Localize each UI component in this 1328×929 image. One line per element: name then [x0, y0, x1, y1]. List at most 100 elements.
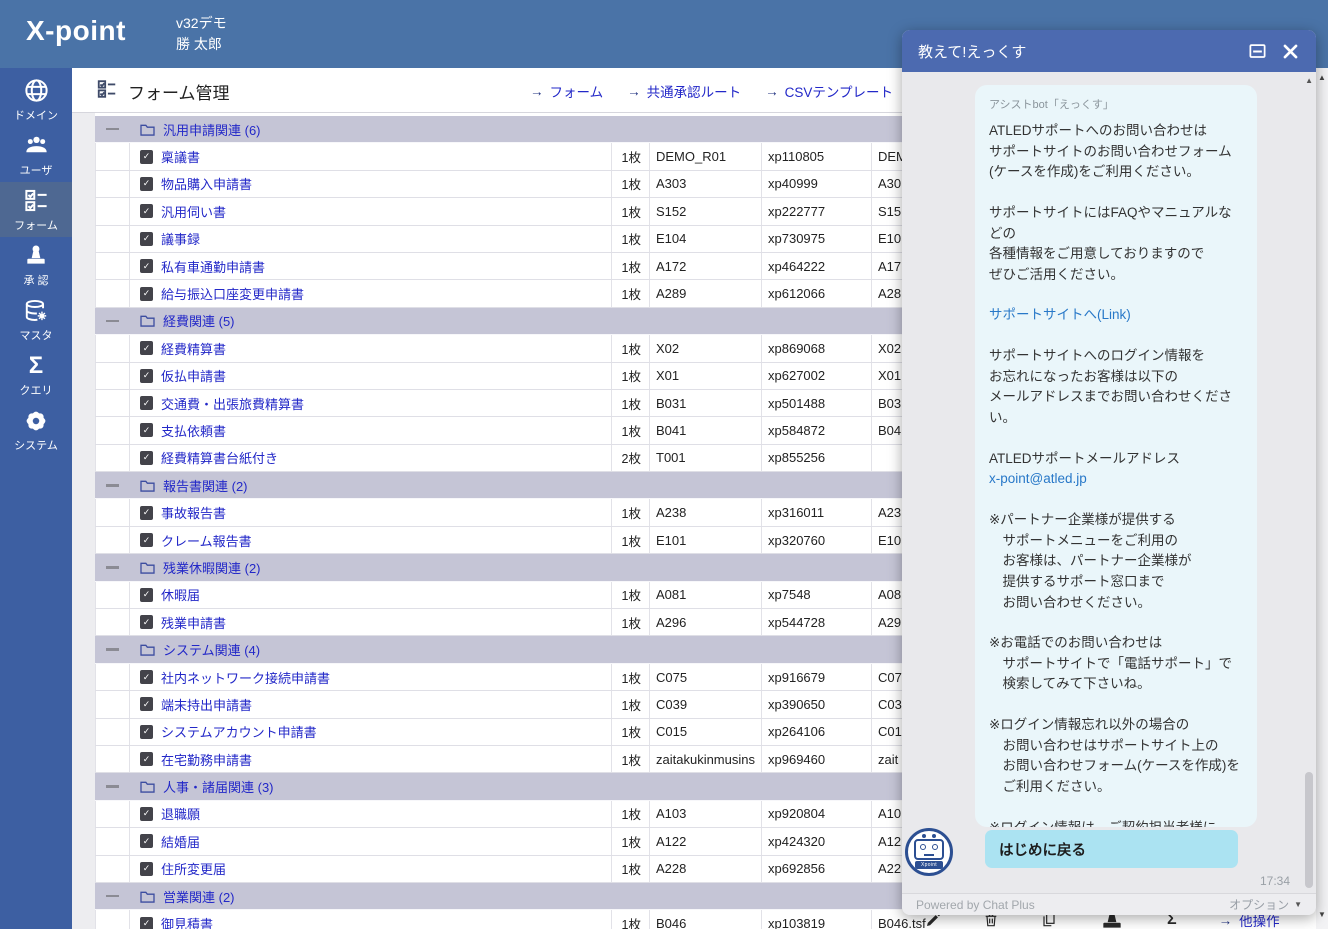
collapse-minus-icon[interactable] [106, 648, 119, 651]
sidebar-item-gear[interactable]: システム [0, 402, 72, 457]
form-link[interactable]: 経費精算書台紙付き [161, 448, 278, 467]
collapse-minus-icon[interactable] [106, 895, 119, 898]
group-link[interactable]: 経費関連 (5) [163, 311, 235, 330]
form-xp-id-cell: xp464222 [762, 253, 872, 279]
collapse-minus-icon[interactable] [106, 566, 119, 569]
environment-name: v32デモ [176, 13, 227, 34]
collapse-minus-icon[interactable] [106, 484, 119, 487]
main-scrollbar[interactable]: ▲ ▼ [1316, 68, 1328, 929]
form-link[interactable]: 御見積書 [161, 914, 213, 929]
chat-text-line: ATLEDサポートメールアドレス [989, 449, 1243, 470]
collapse-minus-icon[interactable] [106, 128, 119, 131]
form-link[interactable]: 交通費・出張旅費精算書 [161, 394, 304, 413]
sheet-count-cell: 1枚 [612, 856, 650, 882]
group-link[interactable]: 残業休暇関連 (2) [163, 558, 261, 577]
form-name-cell: ✓経費精算書台紙付き [130, 445, 612, 471]
chat-title: 教えて!えっくす [918, 41, 1234, 62]
form-link[interactable]: 給与振込口座変更申請書 [161, 284, 304, 303]
collapse-minus-icon[interactable] [106, 320, 119, 323]
form-link[interactable]: システムアカウント申請書 [161, 722, 317, 741]
form-xp-id-cell: xp501488 [762, 390, 872, 416]
form-link[interactable]: 物品購入申請書 [161, 174, 252, 193]
sidebar-item-sigma[interactable]: Σクエリ [0, 347, 72, 402]
group-link[interactable]: 人事・諸届関連 (3) [163, 777, 274, 796]
group-link[interactable]: システム関連 (4) [163, 640, 260, 659]
form-code-cell: E101 [650, 527, 762, 553]
row-select-cell [95, 691, 130, 717]
form-name-cell: ✓端末持出申請書 [130, 691, 612, 717]
chat-link[interactable]: x-point@atled.jp [989, 471, 1087, 486]
chat-scroll-up-icon[interactable]: ▲ [1305, 76, 1313, 85]
scroll-up-icon[interactable]: ▲ [1316, 73, 1328, 82]
scroll-down-icon[interactable]: ▼ [1316, 910, 1328, 919]
chat-paragraph: ATLEDサポートへのお問い合わせはサポートサイトのお問い合わせフォーム(ケース… [989, 121, 1243, 183]
form-link[interactable]: 議事録 [161, 229, 200, 248]
group-link[interactable]: 汎用申請関連 (6) [163, 120, 261, 139]
document-check-icon: ✓ [140, 917, 153, 929]
chat-text-line: 提供するサポート窓口まで [989, 572, 1243, 593]
form-name-cell: ✓結婚届 [130, 828, 612, 854]
form-name-cell: ✓経費精算書 [130, 335, 612, 361]
group-link[interactable]: 営業関連 (2) [163, 887, 235, 906]
group-link[interactable]: 報告書関連 (2) [163, 476, 248, 495]
form-link[interactable]: 端末持出申請書 [161, 695, 252, 714]
form-link[interactable]: 事故報告書 [161, 503, 226, 522]
form-code-cell: E104 [650, 226, 762, 252]
message-timestamp: 17:34 [1260, 874, 1290, 888]
form-xp-id-cell: xp869068 [762, 335, 872, 361]
form-link[interactable]: 私有車通勤申請書 [161, 257, 265, 276]
chat-link[interactable]: サポートサイトへ(Link) [989, 307, 1131, 322]
form-link[interactable]: 稟議書 [161, 147, 200, 166]
sidebar-item-globe[interactable]: ドメイン [0, 72, 72, 127]
form-code-cell: S152 [650, 198, 762, 224]
collapse-cell [95, 554, 130, 580]
chat-scrollbar-thumb[interactable] [1305, 772, 1313, 888]
sheet-count-cell: 1枚 [612, 143, 650, 169]
form-icon [23, 187, 50, 215]
form-xp-id-cell: xp627002 [762, 363, 872, 389]
header-link[interactable]: →CSVテンプレート [765, 81, 893, 101]
form-code-cell: A122 [650, 828, 762, 854]
form-link[interactable]: 経費精算書 [161, 339, 226, 358]
form-link[interactable]: 仮払申請書 [161, 366, 226, 385]
bot-name-label: アシストbot「えっくす」 [989, 96, 1243, 112]
form-link[interactable]: 社内ネットワーク接続申請書 [161, 668, 330, 687]
row-select-cell [95, 253, 130, 279]
chat-text-line: ご利用ください。 [989, 777, 1243, 798]
sidebar-item-stamp[interactable]: 承 認 [0, 237, 72, 292]
restart-button[interactable]: はじめに戻る [985, 830, 1238, 868]
header-link[interactable]: →共通承認ルート [627, 81, 741, 101]
chat-text-line: (ケースを作成)をご利用ください。 [989, 162, 1243, 183]
options-dropdown[interactable]: オプション ▼ [1229, 896, 1302, 913]
form-link[interactable]: 在宅勤務申請書 [161, 750, 252, 769]
collapse-minus-icon[interactable] [106, 785, 119, 788]
chat-paragraph: ATLEDサポートメールアドレスx-point@atled.jp [989, 449, 1243, 490]
close-icon[interactable] [1281, 42, 1300, 61]
header-link[interactable]: →フォーム [530, 81, 603, 101]
form-link[interactable]: 退職願 [161, 804, 200, 823]
row-select-cell [95, 856, 130, 882]
form-link[interactable]: 残業申請書 [161, 613, 226, 632]
document-check-icon: ✓ [140, 588, 153, 602]
form-link[interactable]: クレーム報告書 [161, 531, 252, 550]
folder-icon [140, 479, 155, 492]
form-link[interactable]: 結婚届 [161, 832, 200, 851]
sidebar-item-database[interactable]: マスタ [0, 292, 72, 347]
sheet-count-cell: 1枚 [612, 746, 650, 772]
sheet-count-cell: 1枚 [612, 582, 650, 608]
form-code-cell: A296 [650, 609, 762, 635]
sidebar-item-users[interactable]: ユーザ [0, 127, 72, 182]
database-icon [23, 297, 49, 325]
form-link[interactable]: 支払依頼書 [161, 421, 226, 440]
document-check-icon: ✓ [140, 506, 153, 520]
form-link[interactable]: 休暇届 [161, 585, 200, 604]
minimize-icon[interactable] [1248, 42, 1267, 61]
sheet-count-cell: 1枚 [612, 363, 650, 389]
sheet-count-cell: 1枚 [612, 499, 650, 525]
header-link-label: CSVテンプレート [785, 81, 893, 101]
sidebar-item-form[interactable]: フォーム [0, 182, 72, 237]
form-link[interactable]: 汎用伺い書 [161, 202, 226, 221]
form-link[interactable]: 住所変更届 [161, 859, 226, 878]
form-xp-id-cell: xp730975 [762, 226, 872, 252]
chat-text-line: お忘れになったお客様は以下の [989, 367, 1243, 388]
